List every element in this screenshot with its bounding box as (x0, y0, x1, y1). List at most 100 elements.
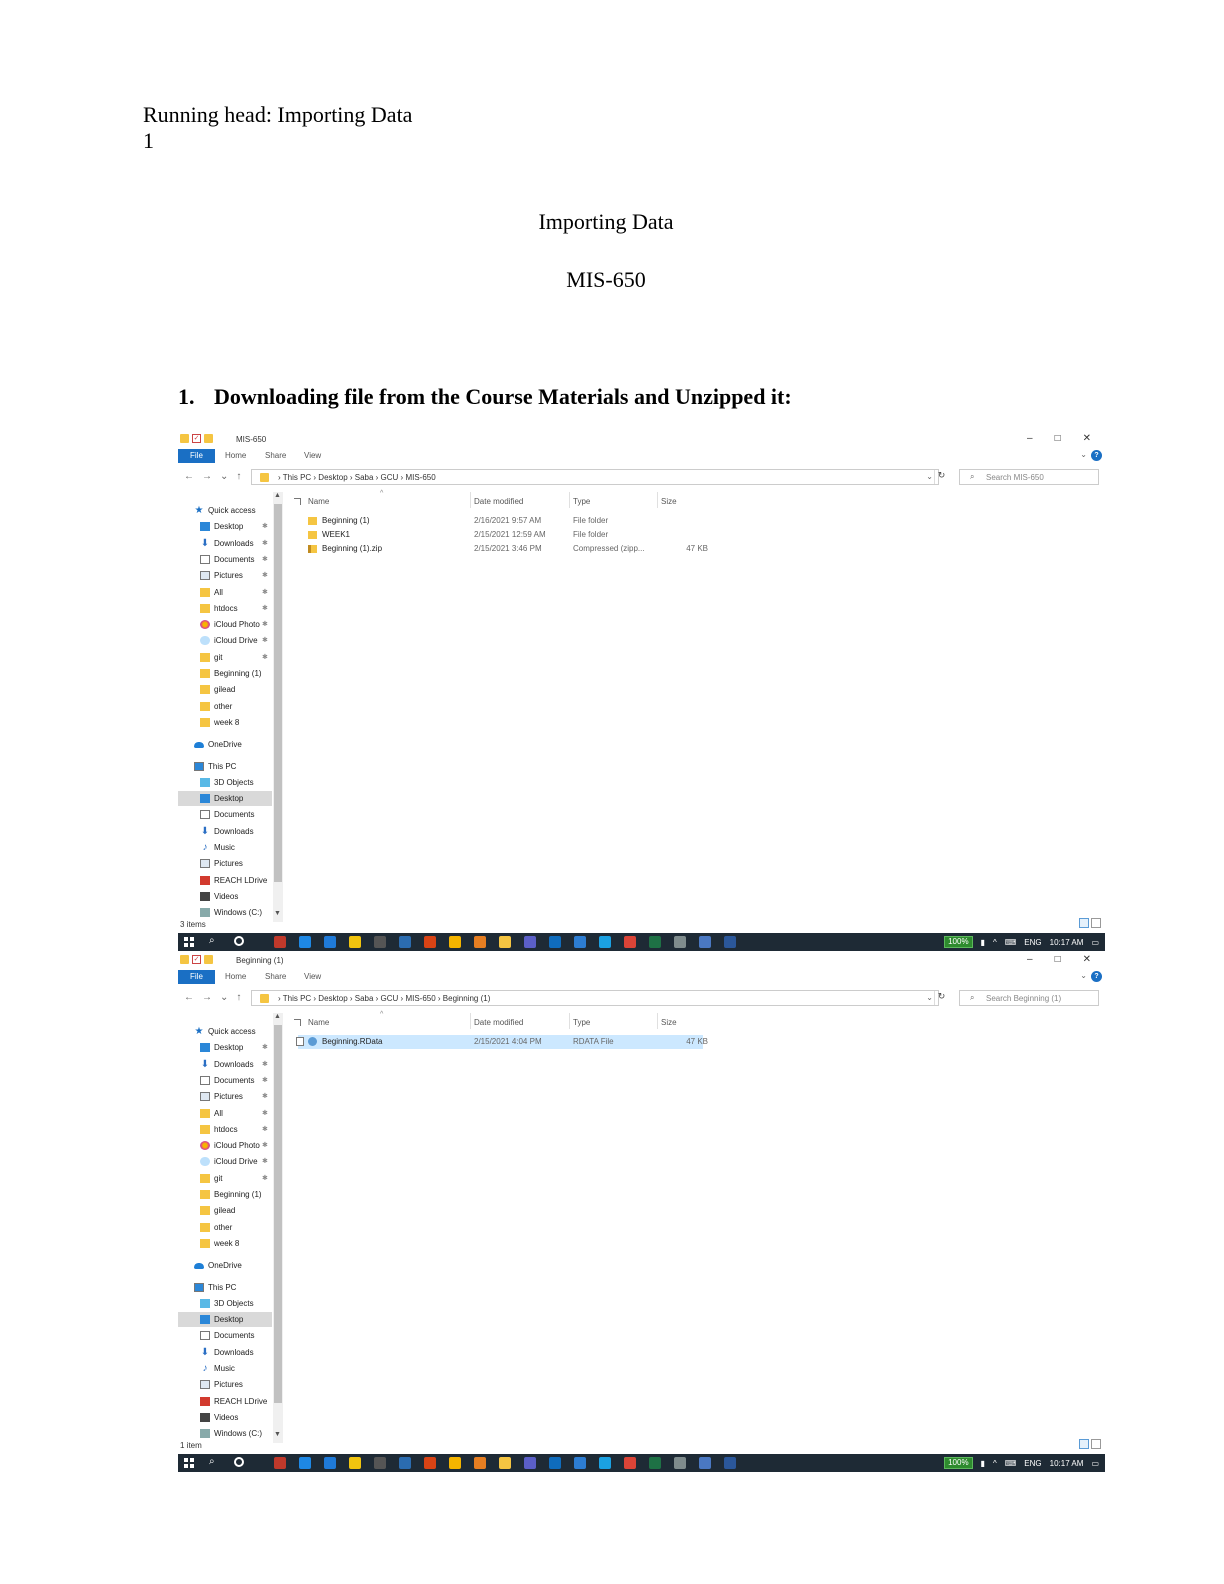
filezilla-icon[interactable] (274, 1457, 286, 1469)
select-all-checkbox[interactable] (294, 1019, 301, 1026)
filezilla-icon[interactable] (274, 936, 286, 948)
teams-icon[interactable] (524, 936, 536, 948)
nav-item[interactable]: 3D Objects (178, 1296, 272, 1311)
remote-desktop-icon[interactable] (574, 936, 586, 948)
ie-icon[interactable] (599, 1457, 611, 1469)
minimize-icon[interactable]: – (1027, 954, 1033, 965)
terminal-icon[interactable] (374, 936, 386, 948)
nav-item[interactable]: ⬇ Downloads ✱ (178, 536, 272, 551)
calculator-icon[interactable] (674, 1457, 686, 1469)
calculator-icon[interactable] (674, 936, 686, 948)
nav-item[interactable]: Windows (C:) (178, 1426, 272, 1441)
chrome-icon[interactable] (449, 936, 461, 948)
edge-icon[interactable] (299, 936, 311, 948)
nav-item[interactable]: Documents (178, 1328, 272, 1343)
nav-item[interactable]: OneDrive (178, 737, 272, 752)
nav-item[interactable]: ★ Quick access (178, 503, 272, 518)
tab-view[interactable]: View (304, 451, 321, 460)
file-row[interactable]: WEEK1 2/15/2021 12:59 AM File folder (298, 528, 703, 542)
search-icon[interactable]: ⌕ (209, 1456, 215, 1467)
nav-item[interactable]: Videos (178, 889, 272, 904)
scroll-thumb[interactable] (274, 1025, 282, 1403)
file-explorer-icon[interactable] (499, 936, 511, 948)
properties-icon[interactable]: ✓ (192, 955, 201, 964)
nav-item[interactable]: Pictures (178, 856, 272, 871)
properties-icon[interactable]: ✓ (192, 434, 201, 443)
excel-icon[interactable] (649, 1457, 661, 1469)
nav-item[interactable]: week 8 (178, 1236, 272, 1251)
tab-view[interactable]: View (304, 972, 321, 981)
nav-item[interactable]: Beginning (1) (178, 1187, 272, 1202)
nav-item[interactable]: ♪ Music (178, 840, 272, 855)
refresh-icon[interactable]: ↻ (934, 991, 948, 1005)
nav-item[interactable]: htdocs ✱ (178, 1122, 272, 1137)
column-divider[interactable] (569, 1013, 570, 1029)
notepad-icon[interactable] (349, 1457, 361, 1469)
nav-item[interactable]: week 8 (178, 715, 272, 730)
clock[interactable]: 10:17 AM (1050, 938, 1084, 947)
chevron-down-icon[interactable]: ⌄ (926, 472, 933, 481)
nav-item[interactable]: REACH LDrive (178, 1394, 272, 1409)
start-icon[interactable] (184, 1458, 194, 1468)
address-bar[interactable]: › This PC › Desktop › Saba › GCU › MIS-6… (251, 990, 939, 1006)
nav-item[interactable]: Documents (178, 807, 272, 822)
tab-share[interactable]: Share (265, 972, 286, 981)
mic-icon[interactable]: ▮ (981, 938, 985, 947)
recent-icon[interactable]: ⌄ (220, 471, 228, 482)
minimize-icon[interactable]: – (1027, 433, 1033, 444)
nav-item[interactable]: gilead (178, 1203, 272, 1218)
excel-icon[interactable] (649, 936, 661, 948)
nav-item[interactable]: REACH LDrive (178, 873, 272, 888)
git-icon[interactable] (474, 936, 486, 948)
notepad-icon[interactable] (349, 936, 361, 948)
language-indicator[interactable]: ENG (1024, 1459, 1041, 1468)
breadcrumb[interactable]: › This PC › Desktop › Saba › GCU › MIS-6… (278, 473, 436, 482)
visio-icon[interactable] (399, 1457, 411, 1469)
help-icon[interactable]: ? (1091, 971, 1102, 982)
scroll-thumb[interactable] (274, 504, 282, 882)
expand-ribbon-icon[interactable]: ⌄ (1080, 450, 1087, 459)
vscode-icon[interactable] (324, 1457, 336, 1469)
mic-icon[interactable]: ▮ (981, 1459, 985, 1468)
nav-item[interactable]: Pictures ✱ (178, 568, 272, 583)
recent-icon[interactable]: ⌄ (220, 992, 228, 1003)
nav-item[interactable]: Beginning (1) (178, 666, 272, 681)
nav-item[interactable]: ♪ Music (178, 1361, 272, 1376)
nav-item[interactable]: Desktop (178, 1312, 272, 1328)
close-icon[interactable]: ✕ (1083, 433, 1091, 444)
file-explorer-icon[interactable] (499, 1457, 511, 1469)
nav-item[interactable]: gilead (178, 682, 272, 697)
details-view-icon[interactable] (1079, 918, 1089, 928)
ie-icon[interactable] (599, 936, 611, 948)
tab-home[interactable]: Home (225, 451, 246, 460)
maximize-icon[interactable]: □ (1055, 433, 1061, 444)
size-column-header[interactable]: Size (661, 497, 677, 506)
tab-share[interactable]: Share (265, 451, 286, 460)
language-indicator[interactable]: ENG (1024, 938, 1041, 947)
outlook-icon[interactable] (549, 936, 561, 948)
back-icon[interactable]: ← (184, 471, 194, 482)
nav-item[interactable]: OneDrive (178, 1258, 272, 1273)
r-icon[interactable] (699, 936, 711, 948)
start-icon[interactable] (184, 937, 194, 947)
tab-file[interactable]: File (178, 970, 215, 984)
type-column-header[interactable]: Type (573, 497, 590, 506)
name-column-header[interactable]: Name (308, 497, 329, 506)
vscode-icon[interactable] (324, 936, 336, 948)
name-column-header[interactable]: Name (308, 1018, 329, 1027)
nav-item[interactable]: 3D Objects (178, 775, 272, 790)
nav-item[interactable]: other (178, 1220, 272, 1235)
file-row[interactable]: Beginning.RData 2/15/2021 4:04 PM RDATA Fi… (296, 1035, 708, 1049)
forward-icon[interactable]: → (202, 992, 212, 1003)
tab-file[interactable]: File (178, 449, 215, 463)
refresh-icon[interactable]: ↻ (934, 470, 948, 484)
nav-item[interactable]: Documents ✱ (178, 552, 272, 567)
git-icon[interactable] (474, 1457, 486, 1469)
nav-item[interactable]: iCloud Photo ✱ (178, 1138, 272, 1153)
edge-icon[interactable] (299, 1457, 311, 1469)
keyboard-icon[interactable]: ⌨ (1005, 1459, 1017, 1468)
column-divider[interactable] (657, 492, 658, 508)
r-icon[interactable] (699, 1457, 711, 1469)
nav-item[interactable]: ★ Quick access (178, 1024, 272, 1039)
type-column-header[interactable]: Type (573, 1018, 590, 1027)
